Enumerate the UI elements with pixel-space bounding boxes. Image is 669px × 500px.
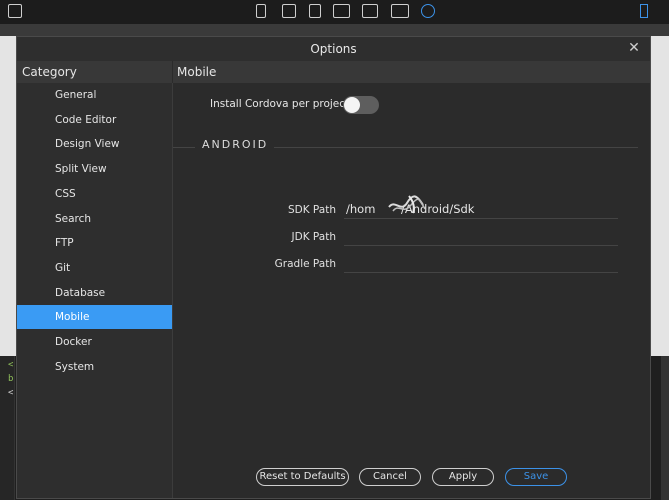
mobile-settings-panel: Install Cordova per project ANDROID SDK … — [173, 83, 650, 498]
code-line: < — [8, 388, 14, 398]
toggle-knob — [344, 97, 360, 113]
sidebar-item-ftp[interactable]: FTP — [17, 231, 172, 255]
apply-button[interactable]: Apply — [432, 468, 494, 486]
dialog-titlebar: Options ✕ — [17, 37, 650, 62]
sidebar-item-search[interactable]: Search — [17, 207, 172, 231]
options-dialog: Options ✕ Category Mobile General Code E… — [16, 36, 651, 499]
sidebar-item-split-view[interactable]: Split View — [17, 157, 172, 181]
laptop-icon[interactable] — [333, 4, 350, 18]
sidebar-item-css[interactable]: CSS — [17, 182, 172, 206]
sidebar-item-system[interactable]: System — [17, 355, 172, 379]
tablet-icon[interactable] — [282, 4, 296, 18]
cordova-toggle-label: Install Cordova per project — [210, 98, 350, 110]
gradle-path-input[interactable] — [344, 254, 618, 273]
wide-desktop-icon[interactable] — [391, 4, 409, 18]
jdk-path-input[interactable] — [344, 227, 618, 246]
sidebar-item-mobile[interactable]: Mobile — [17, 305, 172, 329]
tablet-portrait-icon[interactable] — [309, 4, 321, 18]
section-header: Mobile — [177, 65, 217, 79]
desktop-icon[interactable] — [362, 4, 378, 18]
section-divider-left — [173, 147, 195, 148]
jdk-path-label: JDK Path — [291, 231, 336, 243]
sidebar-item-general[interactable]: General — [17, 83, 172, 107]
save-button[interactable]: Save — [505, 468, 567, 486]
code-line: < — [8, 360, 14, 370]
dialog-title: Options — [310, 42, 357, 56]
editor-scrollbar[interactable] — [661, 356, 669, 500]
header-row: Category Mobile — [17, 61, 650, 83]
header-divider — [172, 61, 173, 83]
reset-to-defaults-button[interactable]: Reset to Defaults — [256, 468, 349, 486]
cordova-toggle[interactable] — [343, 96, 379, 114]
sdk-path-label: SDK Path — [287, 204, 336, 216]
phone-icon[interactable] — [256, 4, 266, 18]
sidebar-item-database[interactable]: Database — [17, 281, 172, 305]
redaction-mark-icon — [388, 195, 426, 214]
gradle-path-label: Gradle Path — [274, 258, 336, 270]
close-icon[interactable]: ✕ — [626, 40, 642, 56]
inspect-icon[interactable] — [421, 4, 435, 18]
category-list: General Code Editor Design View Split Vi… — [17, 83, 173, 498]
android-section-heading: ANDROID — [202, 138, 269, 151]
sidebar-item-docker[interactable]: Docker — [17, 330, 172, 354]
sidebar-item-code-editor[interactable]: Code Editor — [17, 108, 172, 132]
cancel-button[interactable]: Cancel — [359, 468, 421, 486]
category-header: Category — [22, 65, 77, 79]
sidebar-item-design-view[interactable]: Design View — [17, 132, 172, 156]
sidebar-item-git[interactable]: Git — [17, 256, 172, 280]
section-divider — [274, 147, 638, 148]
background-strip — [0, 24, 669, 36]
background-toolbar — [0, 0, 669, 25]
camera-icon[interactable] — [8, 4, 22, 18]
code-line: b — [8, 374, 14, 384]
filter-icon[interactable] — [640, 4, 648, 18]
